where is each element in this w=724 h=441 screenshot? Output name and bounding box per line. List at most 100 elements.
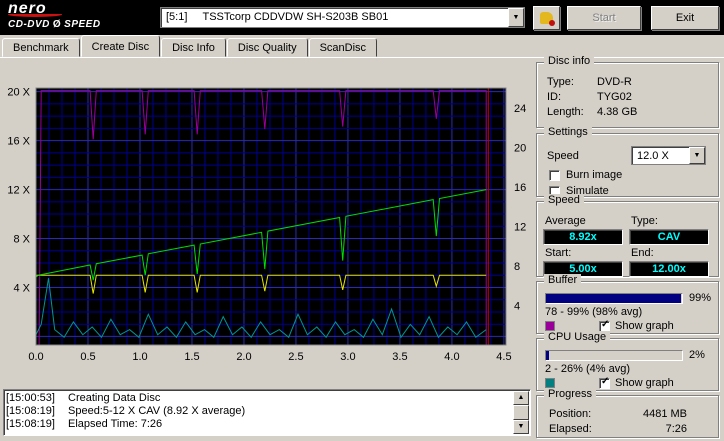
svg-text:4.5: 4.5 [496,351,511,363]
burn-image-label: Burn image [566,169,623,181]
tab-scandisc[interactable]: ScanDisc [308,38,378,57]
group-title: Buffer [544,274,582,286]
log-rows: [15:00:53] Creating Data Disc [15:08:19] Sp… [6,392,512,433]
log-entry: [15:08:19] Speed:5-12 X CAV (8.92 X avera… [6,405,246,417]
title-bar: nero CD-DVD Ø SPEED [5:1] TSSTcorp CDDVD… [0,0,724,35]
chevron-down-icon[interactable]: ▼ [689,147,705,164]
burn-tool-button[interactable] [533,6,560,30]
elapsed-value: 7:26 [665,423,687,435]
tab-disc-quality[interactable]: Disc Quality [226,38,308,57]
svg-text:20: 20 [514,142,526,154]
group-title: Progress [544,388,597,400]
type-label: Type: [631,215,658,227]
disc-type-value: DVD-R [597,76,632,88]
tab-bar: Benchmark Create Disc Disc Info Disc Qua… [0,35,724,57]
disc-id-label: ID: [547,91,562,103]
elapsed-label: Elapsed: [549,423,592,435]
cpu-usage-group: CPU Usage 2% 2 - 26% (4% avg) ✓ Show gra… [536,331,719,391]
buffer-group: Buffer 99% 78 - 99% (98% avg) ✓ Show gra… [536,274,719,334]
log-box: [15:00:53] Creating Data Disc [15:08:19] Sp… [3,389,531,436]
svg-text:1.0: 1.0 [132,351,147,363]
svg-text:8: 8 [514,261,520,273]
end-label: End: [631,247,654,259]
disc-id-value: TYG02 [597,91,632,103]
disc-info-group: Disc info Type: DVD-R ID: TYG02 Length: 4.3… [536,55,719,128]
product-text: CD-DVD Ø SPEED [8,19,101,30]
cpu-bar [545,349,683,361]
tab-benchmark[interactable]: Benchmark [2,38,80,57]
checkmark-icon: ✓ [601,318,610,330]
disc-length-value: 4.38 GB [597,106,638,118]
average-speed-value: 8.92x [543,229,623,245]
speed-group: Speed Average Type: 8.92x CAV Start: End… [536,194,719,277]
nero-logo: nero CD-DVD Ø SPEED [8,1,101,30]
start-button[interactable]: Start [567,6,641,30]
svg-text:4.0: 4.0 [444,351,459,363]
svg-text:8 X: 8 X [13,234,30,246]
exit-button[interactable]: Exit [651,6,719,30]
scroll-up-icon[interactable]: ▲ [513,391,529,405]
burn-icon [540,12,555,26]
svg-text:1.5: 1.5 [184,351,199,363]
buffer-bar-fill [546,293,681,303]
svg-text:2.5: 2.5 [288,351,303,363]
cpu-show-graph-label: Show graph [615,377,674,389]
buffer-bar [545,292,683,304]
cpu-percent: 2% [689,349,705,361]
buffer-percent: 99% [689,292,712,304]
log-scrollbar[interactable]: ▲ ▼ [513,391,529,434]
svg-text:4: 4 [514,300,520,312]
end-speed-value: 12.00x [629,261,709,277]
svg-text:0.5: 0.5 [80,351,95,363]
drive-select[interactable]: [5:1] TSSTcorp CDDVDW SH-S203B SB01 ▼ [160,7,525,28]
buffer-show-graph-checkbox[interactable]: ✓ [599,318,610,332]
svg-text:20 X: 20 X [7,87,30,99]
checkmark-icon: ✓ [601,375,610,387]
buffer-range: 78 - 99% (98% avg) [545,306,643,318]
log-entry: [15:08:19] Elapsed Time: 7:26 [6,418,163,430]
drive-select-value: [5:1] TSSTcorp CDDVDW SH-S203B SB01 [166,11,389,23]
svg-text:16: 16 [514,182,526,194]
log-entry: [15:00:53] Creating Data Disc [6,392,161,404]
buffer-show-graph-label: Show graph [615,320,674,332]
cpu-bar-fill [546,350,549,360]
disc-icon: Ø [52,19,62,30]
cpu-range: 2 - 26% (4% avg) [545,363,630,375]
tab-disc-info[interactable]: Disc Info [161,38,226,57]
group-title: Disc info [544,55,595,67]
progress-group: Progress Position: 4481 MB Elapsed: 7:26 [536,388,719,438]
position-label: Position: [549,408,592,420]
svg-text:2.0: 2.0 [236,351,251,363]
disc-length-label: Length: [547,106,584,118]
scroll-down-icon[interactable]: ▼ [513,420,529,434]
svg-text:3.0: 3.0 [340,351,355,363]
product-left: CD-DVD [8,19,50,30]
tab-create-disc[interactable]: Create Disc [80,35,161,57]
group-title: Speed [544,194,584,206]
burn-image-checkbox[interactable]: ✓ [549,169,560,181]
group-title: Settings [544,126,592,138]
group-title: CPU Usage [544,331,611,343]
svg-text:16 X: 16 X [7,136,30,148]
svg-text:3.5: 3.5 [392,351,407,363]
average-label: Average [545,215,586,227]
settings-group: Settings Speed 12.0 X ▼ ✓ Burn image ✓ S… [536,126,719,197]
cpu-show-graph-checkbox[interactable]: ✓ [599,375,610,389]
speed-type-value: CAV [629,229,709,245]
speed-select-value: 12.0 X [637,150,669,162]
speed-chart: 4 X 8 X 12 X 16 X 20 X 4 8 12 16 20 24 0.0 0.5 1.0 1.5… [7,87,526,363]
product-right: SPEED [64,19,101,30]
speed-select[interactable]: 12.0 X ▼ [631,146,706,165]
chevron-down-icon[interactable]: ▼ [508,8,524,27]
svg-text:0.0: 0.0 [28,351,43,363]
svg-text:12 X: 12 X [7,185,30,197]
svg-text:4 X: 4 X [13,282,30,294]
svg-text:24: 24 [514,103,526,115]
position-value: 4481 MB [642,408,687,420]
start-label: Start: [545,247,572,259]
cpu-color-swatch [545,378,555,388]
buffer-color-swatch [545,321,555,331]
scrollbar-thumb[interactable] [513,405,529,420]
disc-type-label: Type: [547,76,574,88]
svg-text:12: 12 [514,221,526,233]
